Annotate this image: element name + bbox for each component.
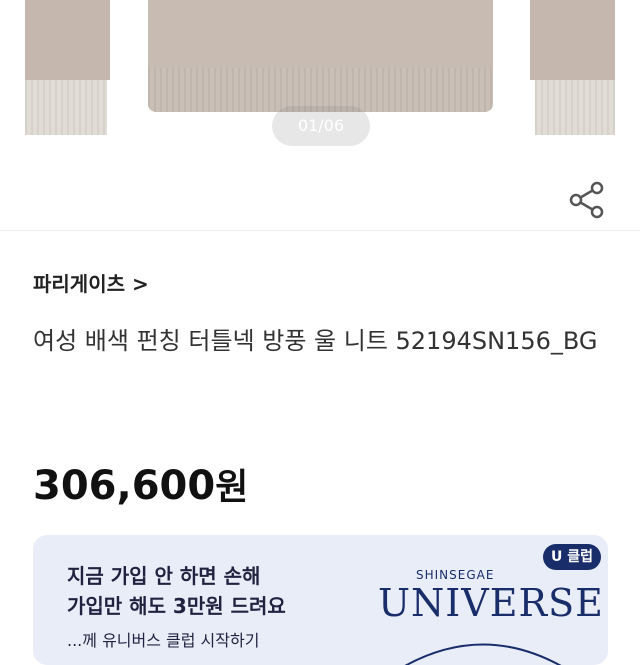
shinsegae-label: SHINSEGAE	[416, 568, 495, 582]
promo-subheadline: 가입만 해도 3만원 드려요	[67, 594, 286, 618]
universe-arc-icon	[404, 643, 562, 665]
product-title: 여성 배색 펀칭 터틀넥 방풍 울 니트 52194SN156_BG	[33, 327, 598, 355]
product-image[interactable]: 01/06	[0, 0, 640, 165]
image-page-indicator: 01/06	[272, 106, 370, 146]
section-divider	[0, 230, 640, 231]
sweater-sleeve-right	[530, 0, 615, 80]
promo-cta-text: ...께 유니버스 클럽 시작하기	[67, 631, 260, 650]
sweater-cuff-right	[535, 80, 615, 135]
universe-logo-text: UNIVERSE	[378, 581, 604, 625]
universe-club-banner[interactable]: 지금 가입 안 하면 손해 가입만 해도 3만원 드려요 ...께 유니버스 클…	[33, 535, 608, 665]
product-price: 306,600원	[33, 458, 248, 510]
price-unit: 원	[215, 467, 249, 508]
share-icon	[569, 181, 604, 219]
u-club-badge: U 클럽	[543, 544, 601, 570]
share-button[interactable]	[566, 178, 610, 222]
brand-link[interactable]: 파리게이츠 >	[33, 268, 149, 297]
price-amount: 306,600	[33, 463, 216, 509]
sweater-cuff-left	[25, 80, 107, 135]
promo-headline: 지금 가입 안 하면 손해	[67, 564, 261, 588]
sweater-sleeve-left	[25, 0, 110, 80]
